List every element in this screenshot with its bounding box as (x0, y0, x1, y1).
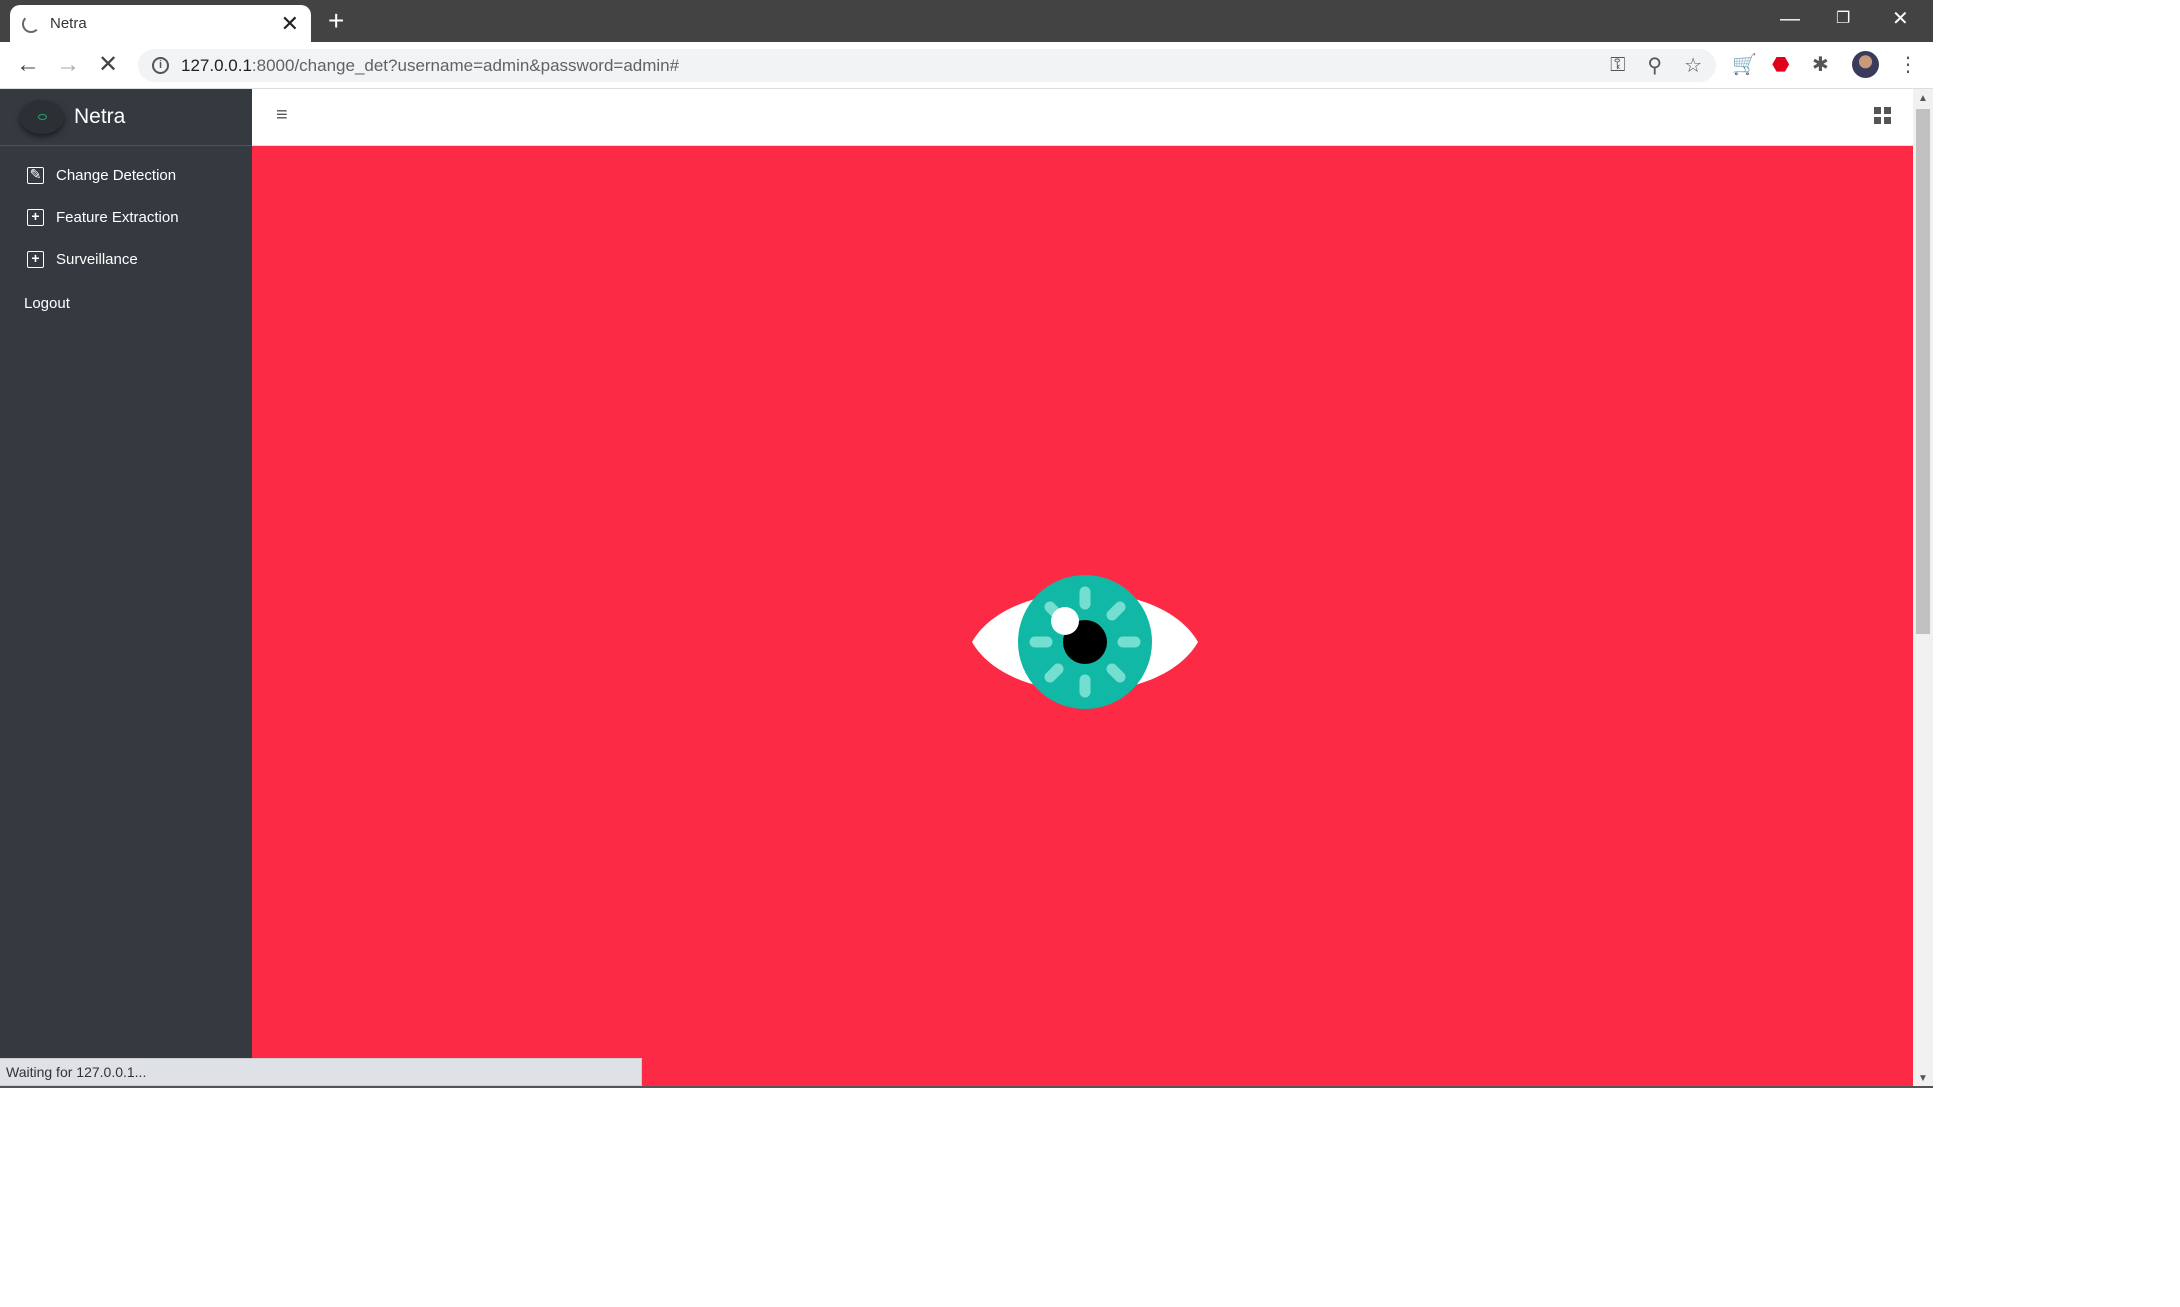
adblock-extension-icon[interactable]: ⬣ (1772, 53, 1789, 77)
browser-tab[interactable]: Netra ✕ (10, 5, 311, 42)
browser-menu-icon[interactable]: ⋮ (1898, 53, 1918, 77)
zoom-icon[interactable]: ⚲ (1647, 53, 1662, 78)
tab-title: Netra (50, 15, 87, 32)
brand-link[interactable]: Netra (0, 89, 252, 146)
address-bar[interactable]: i 127.0.0.1:8000/change_det?username=adm… (138, 49, 1716, 82)
forward-icon[interactable]: → (56, 50, 80, 80)
brand-logo-icon (20, 100, 64, 134)
close-window-icon[interactable]: ✕ (1892, 4, 1909, 34)
back-icon[interactable]: ← (16, 50, 40, 80)
sidebar-item-label: Change Detection (56, 166, 177, 184)
stop-loading-icon[interactable]: ✕ (98, 50, 118, 80)
plus-square-icon: + (27, 250, 44, 268)
browser-window: Netra ✕ + — ❐ ✕ ← → ✕ i 127.0.0.1:8000/c… (0, 0, 1933, 1088)
sidebar-item-label: Feature Extraction (56, 208, 179, 226)
tab-strip: Netra ✕ + — ❐ ✕ (0, 0, 1933, 42)
key-icon[interactable]: ⚿ (1610, 54, 1625, 77)
status-bar: Waiting for 127.0.0.1... (0, 1058, 642, 1086)
close-tab-icon[interactable]: ✕ (281, 12, 299, 35)
sidebar-item-surveillance[interactable]: + Surveillance (0, 238, 252, 280)
sidebar-item-feature-extraction[interactable]: + Feature Extraction (0, 196, 252, 238)
extensions-puzzle-icon[interactable]: ✱ (1812, 53, 1829, 77)
cart-extension-icon[interactable]: 🛒 (1732, 53, 1757, 77)
new-tab-button[interactable]: + (328, 6, 344, 36)
scrollbar-thumb[interactable] (1916, 109, 1930, 634)
sidebar-nav: ✎ Change Detection + Feature Extraction … (0, 146, 252, 324)
top-navbar: ≡ (252, 89, 1913, 146)
logout-link[interactable]: Logout (0, 282, 252, 324)
sidebar-item-label: Surveillance (56, 250, 138, 268)
window-bottom-border (0, 1086, 1933, 1088)
grid-apps-icon[interactable] (1874, 107, 1891, 124)
brand-name: Netra (74, 105, 126, 128)
logout-label: Logout (24, 294, 70, 312)
sidebar: Netra ✎ Change Detection + Feature Extra… (0, 89, 252, 1088)
browser-toolbar: ← → ✕ i 127.0.0.1:8000/change_det?userna… (0, 42, 1933, 89)
minimize-icon[interactable]: — (1780, 4, 1800, 34)
scroll-down-icon[interactable]: ▼ (1918, 1073, 1928, 1084)
hamburger-menu-icon[interactable]: ≡ (276, 104, 288, 127)
preloader-overlay (252, 146, 1913, 1088)
restore-icon[interactable]: ❐ (1836, 4, 1850, 34)
url-text[interactable]: 127.0.0.1:8000/change_det?username=admin… (181, 56, 1588, 76)
scroll-up-icon[interactable]: ▲ (1918, 93, 1928, 104)
page-content: Netra ✎ Change Detection + Feature Extra… (0, 89, 1933, 1088)
loading-spinner-icon (22, 14, 40, 33)
page-scrollbar[interactable]: ▲ ▼ (1913, 89, 1933, 1088)
url-host: 127.0.0.1 (181, 55, 252, 75)
site-info-icon[interactable]: i (152, 57, 169, 74)
profile-avatar[interactable] (1852, 51, 1879, 78)
eye-logo-icon (972, 575, 1198, 709)
bookmark-star-icon[interactable]: ☆ (1684, 53, 1702, 78)
sidebar-item-change-detection[interactable]: ✎ Change Detection (0, 154, 252, 196)
url-path: :8000/change_det?username=admin&password… (251, 55, 680, 75)
edit-icon: ✎ (27, 166, 44, 184)
plus-square-icon: + (27, 208, 44, 226)
